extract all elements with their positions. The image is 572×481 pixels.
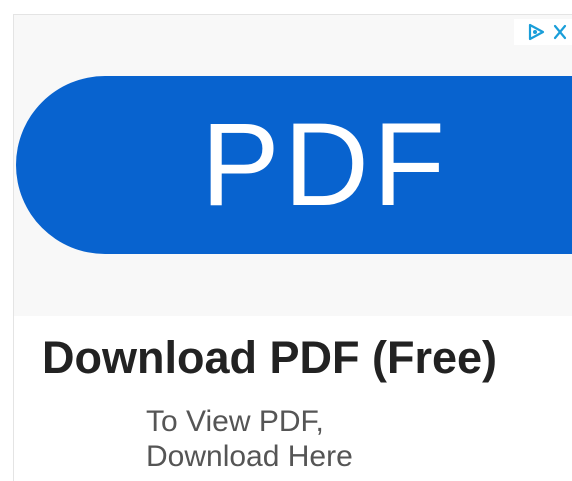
ad-body-line: Download Here	[146, 440, 353, 473]
pdf-banner-label: PDF	[201, 99, 449, 231]
ad-body-text[interactable]: To View PDF, Download Here	[146, 404, 446, 474]
close-icon[interactable]	[548, 20, 572, 44]
ad-image[interactable]: PDF	[14, 15, 572, 316]
ad-container[interactable]: PDF Download PDF (Free) To View PDF, Dow…	[13, 14, 572, 481]
ad-headline[interactable]: Download PDF (Free)	[42, 332, 497, 384]
ad-controls	[514, 19, 572, 45]
adchoices-icon[interactable]	[524, 20, 548, 44]
ad-body-line: To View PDF,	[146, 405, 324, 438]
pdf-banner-pill[interactable]: PDF	[16, 76, 572, 254]
